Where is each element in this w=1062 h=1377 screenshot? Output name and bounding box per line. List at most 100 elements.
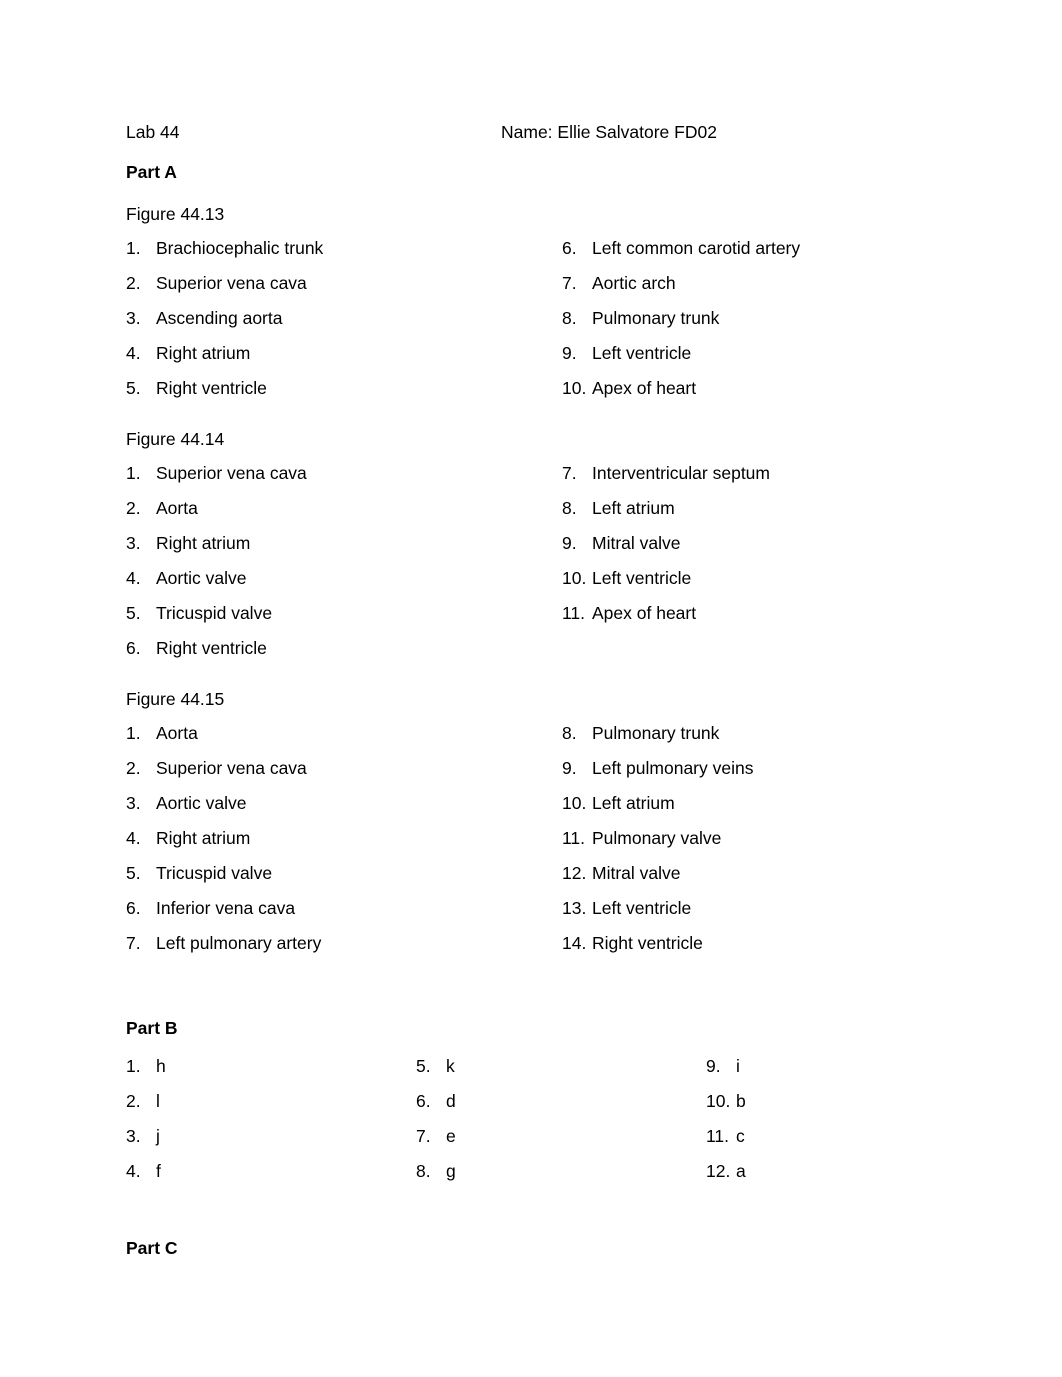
- list-item: 12. a: [706, 1161, 936, 1196]
- list-item: 6. Right ventricle: [126, 638, 562, 673]
- item-answer: c: [736, 1126, 745, 1146]
- item-number: 11.: [706, 1126, 730, 1146]
- item-label: Left common carotid artery: [592, 238, 801, 258]
- item-number: 5.: [416, 1056, 431, 1076]
- list-item: 6. d: [416, 1091, 706, 1126]
- lab-title: Lab 44: [126, 122, 180, 142]
- item-number: 12.: [706, 1161, 731, 1181]
- figure-44-13-list: 1. Brachiocephalic trunk 2. Superior ven…: [126, 238, 936, 413]
- list-item: 2. Superior vena cava: [126, 758, 562, 793]
- list-item: 7. Left pulmonary artery: [126, 933, 562, 968]
- list-item: 13. Left ventricle: [562, 898, 936, 933]
- figure-44-13-right-column: 6. Left common carotid artery 7. Aortic …: [562, 238, 936, 413]
- list-item: 2. l: [126, 1091, 416, 1126]
- list-item: 6. Left common carotid artery: [562, 238, 936, 273]
- figure-44-14-list: 1. Superior vena cava 2. Aorta 3. Right …: [126, 463, 936, 673]
- item-number: 10.: [562, 793, 587, 813]
- list-item: 9. Left ventricle: [562, 343, 936, 378]
- item-number: 2.: [126, 1091, 141, 1111]
- item-label: Pulmonary trunk: [592, 308, 720, 328]
- item-number: 8.: [562, 308, 577, 328]
- figure-44-13-left-column: 1. Brachiocephalic trunk 2. Superior ven…: [126, 238, 562, 413]
- item-label: Left pulmonary artery: [156, 933, 322, 953]
- item-label: Brachiocephalic trunk: [156, 238, 324, 258]
- item-number: 6.: [416, 1091, 431, 1111]
- item-label: Superior vena cava: [156, 463, 307, 483]
- list-item: 9. i: [706, 1056, 936, 1091]
- list-item: 4. Right atrium: [126, 343, 562, 378]
- item-number: 9.: [562, 343, 577, 363]
- list-item: 3. Ascending aorta: [126, 308, 562, 343]
- item-label: Inferior vena cava: [156, 898, 296, 918]
- item-label: Left atrium: [592, 793, 675, 813]
- item-answer: g: [446, 1161, 456, 1181]
- item-number: 7.: [416, 1126, 431, 1146]
- list-item: 1. h: [126, 1056, 416, 1091]
- item-number: 8.: [562, 723, 577, 743]
- list-item: 7. Interventricular septum: [562, 463, 936, 498]
- item-number: 6.: [126, 638, 141, 658]
- item-label: Mitral valve: [592, 863, 681, 883]
- list-item: 11. Apex of heart: [562, 603, 936, 638]
- list-item: 10. Left ventricle: [562, 568, 936, 603]
- item-label: Aortic valve: [156, 793, 247, 813]
- item-number: 4.: [126, 343, 141, 363]
- item-answer: f: [156, 1161, 161, 1181]
- list-item: 1. Brachiocephalic trunk: [126, 238, 562, 273]
- part-b-heading: Part B: [126, 1018, 178, 1038]
- list-item: 4. f: [126, 1161, 416, 1196]
- list-item: 5. Tricuspid valve: [126, 603, 562, 638]
- item-answer: h: [156, 1056, 166, 1076]
- item-number: 9.: [706, 1056, 721, 1076]
- item-number: 5.: [126, 603, 141, 623]
- item-number: 4.: [126, 828, 141, 848]
- item-number: 10.: [562, 568, 587, 588]
- item-answer: l: [156, 1091, 160, 1111]
- list-item: 11. Pulmonary valve: [562, 828, 936, 863]
- item-number: 8.: [562, 498, 577, 518]
- item-number: 2.: [126, 498, 141, 518]
- item-label: Aorta: [156, 498, 198, 518]
- list-item: 2. Aorta: [126, 498, 562, 533]
- list-item: 1. Aorta: [126, 723, 562, 758]
- item-number: 3.: [126, 533, 141, 553]
- document-body: Lab 44 Name: Ellie Salvatore FD02 Part A…: [126, 118, 936, 1262]
- part-b-column-3: 9. i 10. b 11. c 12. a: [706, 1056, 936, 1196]
- list-item: 3. j: [126, 1126, 416, 1161]
- part-c-heading: Part C: [126, 1238, 178, 1258]
- list-item: 8. Left atrium: [562, 498, 936, 533]
- item-answer: d: [446, 1091, 456, 1111]
- item-answer: e: [446, 1126, 456, 1146]
- list-item: 3. Aortic valve: [126, 793, 562, 828]
- list-item: 8. g: [416, 1161, 706, 1196]
- student-name: Name: Ellie Salvatore FD02: [501, 122, 717, 142]
- list-item: 10. Apex of heart: [562, 378, 936, 413]
- item-number: 12.: [562, 863, 587, 883]
- item-label: Left ventricle: [592, 568, 692, 588]
- item-number: 1.: [126, 238, 141, 258]
- list-item: 10. Left atrium: [562, 793, 936, 828]
- figure-44-15-right-column: 8. Pulmonary trunk 9. Left pulmonary vei…: [562, 723, 936, 968]
- item-label: Apex of heart: [592, 378, 697, 398]
- item-label: Right ventricle: [156, 378, 267, 398]
- item-label: Tricuspid valve: [156, 603, 273, 623]
- document-header: Lab 44 Name: Ellie Salvatore FD02: [126, 118, 936, 146]
- item-label: Right atrium: [156, 533, 251, 553]
- item-label: Interventricular septum: [592, 463, 770, 483]
- item-answer: a: [736, 1161, 746, 1181]
- list-item: 5. Tricuspid valve: [126, 863, 562, 898]
- list-item: 6. Inferior vena cava: [126, 898, 562, 933]
- item-label: Left ventricle: [592, 343, 692, 363]
- item-number: 5.: [126, 378, 141, 398]
- item-number: 3.: [126, 793, 141, 813]
- figure-44-15-list: 1. Aorta 2. Superior vena cava 3. Aortic…: [126, 723, 936, 968]
- item-answer: j: [156, 1126, 160, 1146]
- item-answer: b: [736, 1091, 746, 1111]
- part-b-column-1: 1. h 2. l 3. j 4. f: [126, 1056, 416, 1196]
- item-label: Pulmonary trunk: [592, 723, 720, 743]
- list-item: 7. e: [416, 1126, 706, 1161]
- item-number: 10.: [706, 1091, 731, 1111]
- item-number: 9.: [562, 758, 577, 778]
- list-item: 11. c: [706, 1126, 936, 1161]
- list-item: 7. Aortic arch: [562, 273, 936, 308]
